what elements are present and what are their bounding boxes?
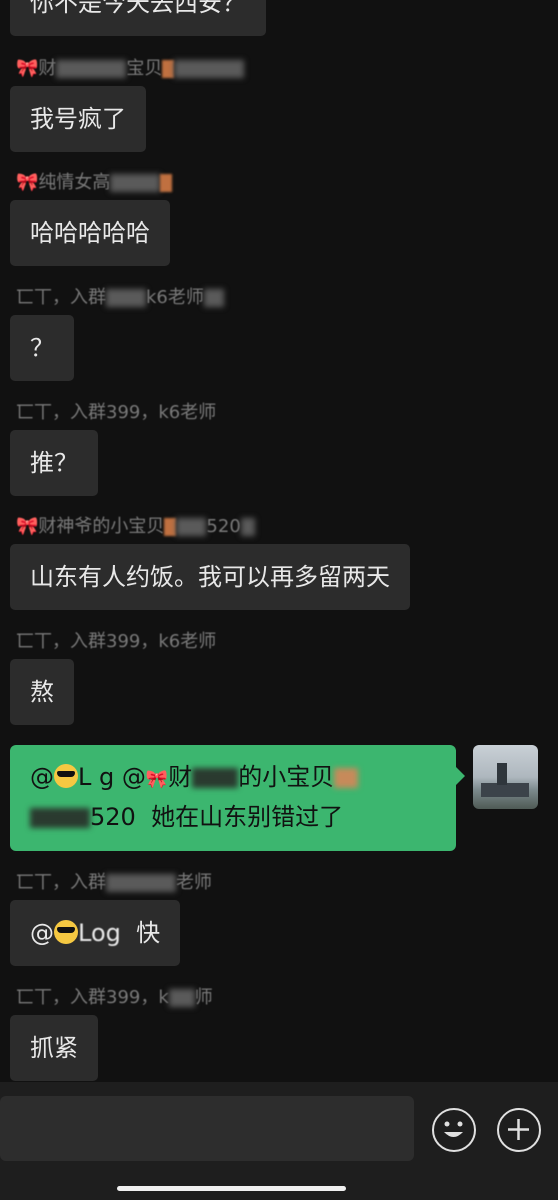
- input-bar: [0, 1082, 558, 1200]
- message-bubble[interactable]: 抓紧: [10, 1015, 98, 1081]
- sender-name: 匸丅，入群399，k6老师: [16, 402, 217, 423]
- sender-name: 匸丅，入群399，k 师: [16, 987, 213, 1008]
- emoji-button[interactable]: [432, 1108, 476, 1152]
- message-text: 你不是今天去西安？: [30, 0, 246, 17]
- sunglasses-emoji-icon: [54, 764, 78, 788]
- sent-line-1: @ L g @🎀财 的小宝贝: [30, 757, 359, 800]
- message-text: 抓紧: [30, 1034, 78, 1062]
- emoji-face-icon: [444, 1121, 463, 1137]
- message-bubble[interactable]: 哈哈哈哈哈: [10, 200, 170, 266]
- sent-message-bubble[interactable]: @ L g @🎀财 的小宝贝 520 她在山东别错过了: [10, 745, 465, 851]
- plus-button[interactable]: [497, 1108, 541, 1152]
- message-bubble[interactable]: 山东有人约饭。我可以再多留两天: [10, 544, 410, 610]
- message-bubble[interactable]: 我号疯了: [10, 86, 146, 152]
- message-text: 哈哈哈哈哈: [30, 219, 150, 247]
- sender-name: 🎀财 宝贝: [16, 57, 245, 81]
- message-text: ？: [30, 334, 54, 362]
- sender-name: 匸丅，入群 k6老师: [16, 286, 224, 310]
- message-bubble[interactable]: @ Log 快: [10, 900, 181, 966]
- message-input[interactable]: [0, 1096, 414, 1161]
- message-text: 快: [136, 919, 161, 947]
- message-text: 推？: [30, 449, 78, 477]
- message-bubble[interactable]: 你不是今天去西安？: [10, 0, 266, 36]
- message-text: 山东有人约饭。我可以再多留两天: [30, 563, 390, 591]
- ship-image-icon: [481, 783, 529, 797]
- bow-emoji-icon: 🎀: [145, 769, 169, 790]
- message-text: 我号疯了: [30, 105, 126, 133]
- sent-line-2: 520 她在山东别错过了: [30, 797, 343, 837]
- home-indicator[interactable]: [117, 1186, 346, 1191]
- message-bubble[interactable]: ？: [10, 315, 74, 381]
- plus-icon: [508, 1119, 529, 1140]
- message-bubble[interactable]: 熬: [10, 659, 74, 725]
- sender-name: 匸丅，入群399，k6老师: [16, 631, 217, 652]
- sender-name: 🎀财神爷的小宝贝 520: [16, 515, 255, 539]
- chat-area: 你不是今天去西安？ 🎀财 宝贝 我号疯了 🎀纯情女高 哈哈哈哈哈 匸丅，入群 k6老…: [0, 0, 558, 1082]
- message-text: 熬: [30, 678, 54, 706]
- my-avatar[interactable]: [473, 745, 538, 809]
- bubble-tail: [456, 767, 465, 785]
- message-bubble[interactable]: 推？: [10, 430, 98, 496]
- sender-name: 匸丅，入群 老师: [16, 872, 212, 893]
- sender-name: 🎀纯情女高: [16, 171, 173, 195]
- sunglasses-emoji-icon: [54, 920, 78, 944]
